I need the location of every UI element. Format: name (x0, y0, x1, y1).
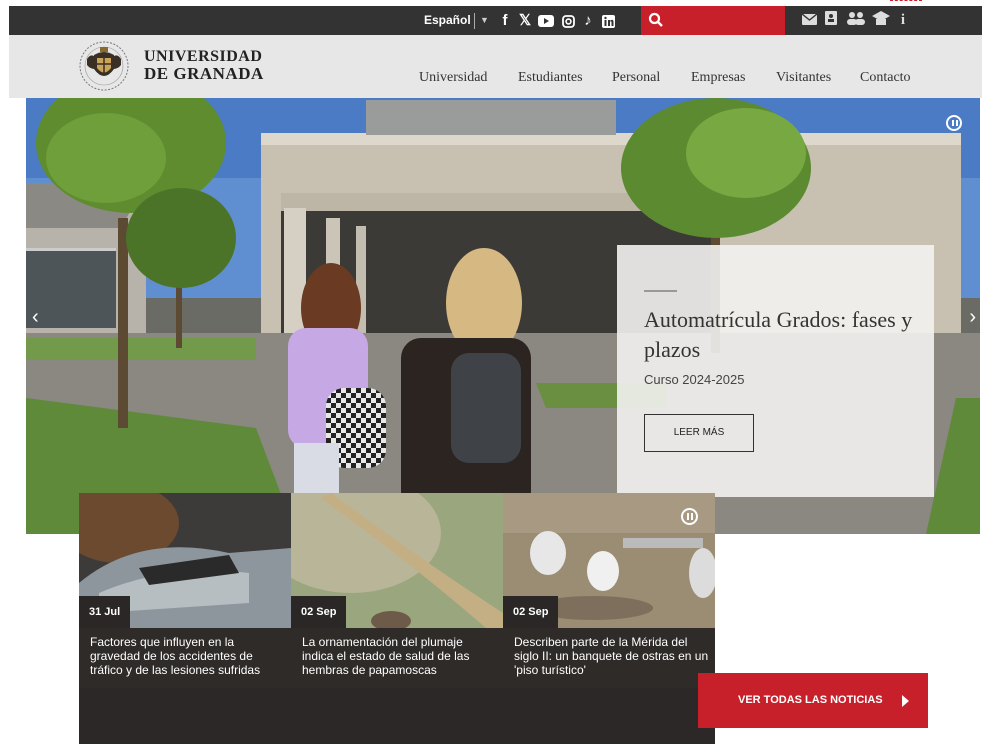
nav-item-estudiantes[interactable]: Estudiantes (518, 70, 583, 86)
decorative-line (890, 0, 922, 4)
info-icon[interactable]: i (893, 6, 913, 35)
news-headline[interactable]: Factores que influyen en la gravedad de … (90, 635, 285, 677)
language-selector[interactable]: Español (424, 6, 471, 35)
top-bar: Español ▼ f 𝕏 ♪ i (9, 6, 982, 35)
leer-mas-button[interactable]: LEER MÁS (644, 414, 754, 452)
university-wordmark[interactable]: UNIVERSIDAD DE GRANADA (144, 49, 264, 83)
tiktok-icon[interactable]: ♪ (579, 6, 597, 35)
youtube-icon[interactable] (537, 6, 555, 35)
divider (474, 13, 475, 29)
news-footer (291, 688, 503, 744)
chevron-right-icon[interactable]: › (969, 306, 976, 329)
news-date: 31 Jul (79, 596, 131, 628)
x-icon[interactable]: 𝕏 (516, 6, 534, 35)
divider (644, 290, 677, 292)
hero-caption-card: Automatrícula Grados: fases y plazos Cur… (617, 245, 934, 497)
nav-item-empresas[interactable]: Empresas (691, 70, 745, 86)
news-card[interactable]: 02 Sep La ornamentación del plumaje indi… (291, 493, 503, 744)
pause-icon[interactable] (946, 115, 962, 131)
nav-item-contacto[interactable]: Contacto (860, 70, 911, 86)
news-date: 02 Sep (291, 596, 347, 628)
nav-item-universidad[interactable]: Universidad (419, 70, 487, 86)
search-input[interactable] (641, 6, 785, 35)
search-icon[interactable] (648, 12, 664, 28)
hero-title[interactable]: Automatrícula Grados: fases y plazos (644, 305, 914, 365)
mail-icon[interactable] (799, 6, 819, 35)
school-icon[interactable] (871, 6, 891, 35)
site-header: UNIVERSIDAD DE GRANADA Universidad Estud… (9, 35, 982, 98)
news-card[interactable]: 02 Sep Describen parte de la Mérida del … (503, 493, 715, 744)
chevron-down-icon[interactable]: ▼ (480, 6, 489, 35)
news-footer (79, 688, 291, 744)
linkedin-icon[interactable] (599, 6, 617, 35)
pause-icon[interactable] (681, 508, 698, 525)
page: Español ▼ f 𝕏 ♪ i UNIVERSIDAD DE GRANADA… (0, 0, 982, 744)
news-headline[interactable]: La ornamentación del plumaje indica el e… (302, 635, 497, 677)
all-news-button[interactable]: VER TODAS LAS NOTICIAS (698, 673, 928, 728)
instagram-icon[interactable] (559, 6, 577, 35)
play-arrow-icon (902, 695, 909, 707)
hero-subtitle: Curso 2024-2025 (644, 372, 745, 387)
people-icon[interactable] (846, 6, 866, 35)
news-headline[interactable]: Describen parte de la Mérida del siglo I… (514, 635, 709, 677)
facebook-icon[interactable]: f (496, 6, 514, 35)
news-card[interactable]: 31 Jul Factores que influyen en la grave… (79, 493, 291, 744)
nav-item-personal[interactable]: Personal (612, 70, 660, 86)
nav-item-visitantes[interactable]: Visitantes (776, 70, 831, 86)
logo-line1: UNIVERSIDAD (144, 48, 263, 65)
university-seal-logo[interactable] (79, 39, 129, 93)
logo-line2: DE GRANADA (144, 64, 264, 83)
all-news-label: VER TODAS LAS NOTICIAS (738, 694, 883, 706)
chevron-left-icon[interactable]: ‹ (32, 306, 39, 329)
directory-icon[interactable] (821, 6, 841, 35)
news-footer (503, 688, 715, 744)
news-date: 02 Sep (503, 596, 559, 628)
